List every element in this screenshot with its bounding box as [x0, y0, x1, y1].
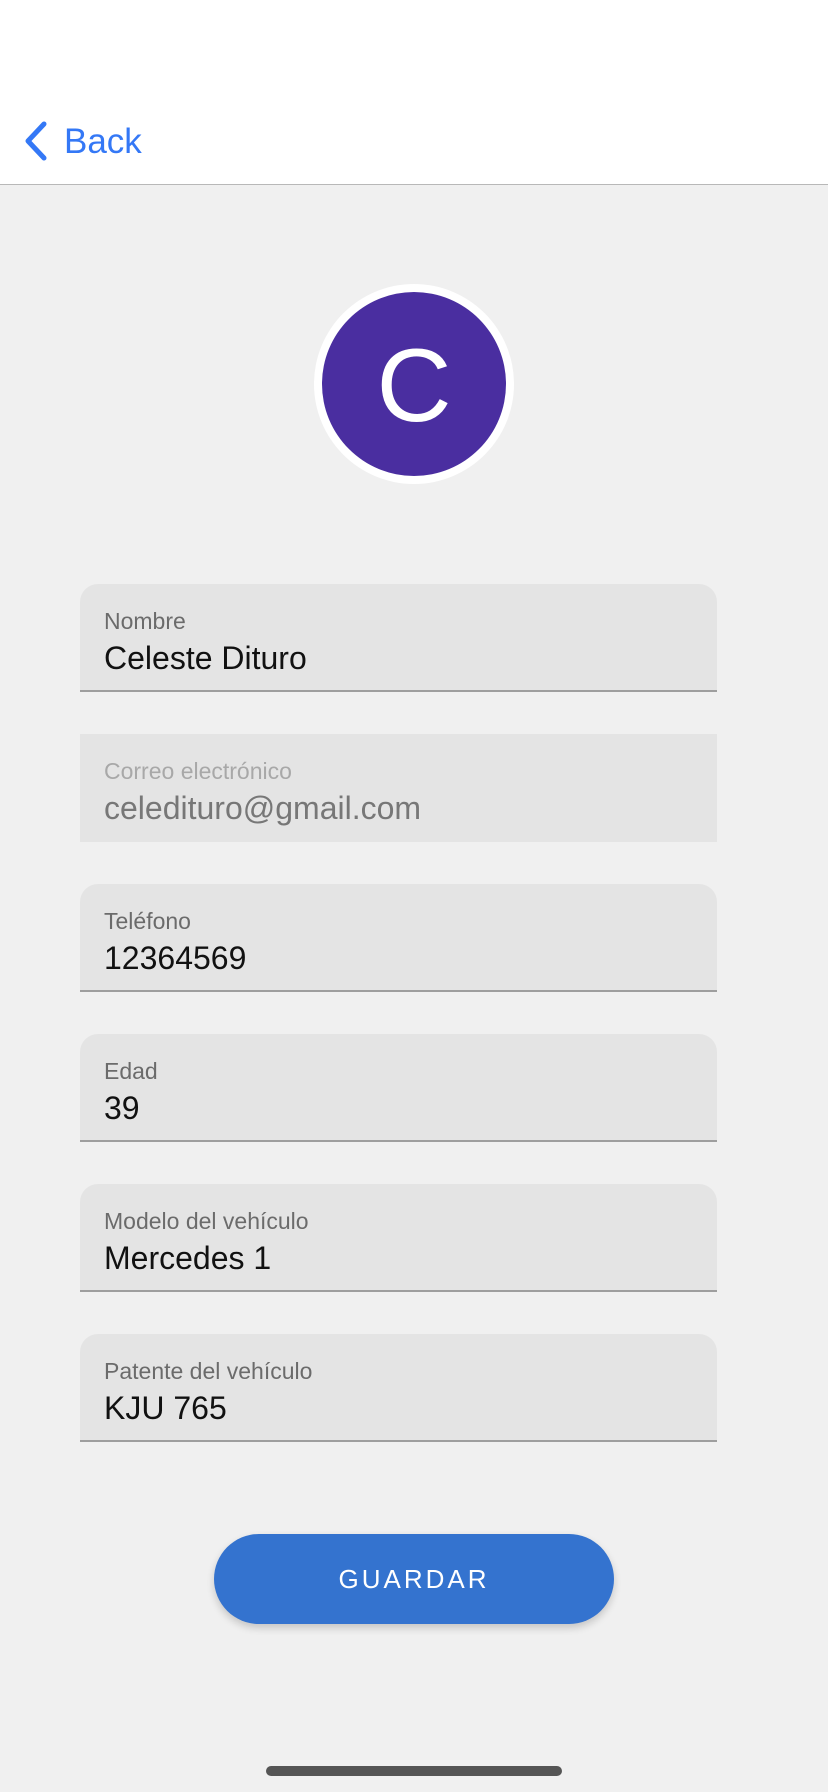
chevron-left-icon: [22, 120, 52, 162]
email-field-label: Correo electrónico: [104, 758, 292, 784]
age-field-label: Edad: [104, 1058, 158, 1084]
save-button-label: GUARDAR: [338, 1563, 490, 1594]
name-field-label: Nombre: [104, 608, 186, 634]
name-field[interactable]: Nombre Celeste Dituro: [80, 584, 717, 692]
age-field-value[interactable]: 39: [104, 1090, 140, 1127]
navigation-bar: Back: [0, 0, 828, 185]
vehicle-model-field[interactable]: Modelo del vehículo Mercedes 1: [80, 1184, 717, 1292]
license-plate-field-label: Patente del vehículo: [104, 1358, 313, 1384]
name-field-value[interactable]: Celeste Dituro: [104, 640, 307, 677]
home-indicator[interactable]: [266, 1766, 562, 1776]
avatar-circle: C: [322, 292, 506, 476]
license-plate-field-value[interactable]: KJU 765: [104, 1390, 227, 1427]
vehicle-model-field-label: Modelo del vehículo: [104, 1208, 309, 1234]
avatar-initial: C: [376, 328, 452, 444]
email-field: Correo electrónico celedituro@gmail.com: [80, 734, 717, 842]
license-plate-field[interactable]: Patente del vehículo KJU 765: [80, 1334, 717, 1442]
email-field-value: celedituro@gmail.com: [104, 790, 422, 826]
phone-field[interactable]: Teléfono 12364569: [80, 884, 717, 992]
save-button[interactable]: GUARDAR: [214, 1534, 614, 1624]
avatar[interactable]: C: [314, 284, 514, 484]
age-field[interactable]: Edad 39: [80, 1034, 717, 1142]
phone-field-label: Teléfono: [104, 908, 191, 934]
phone-field-value[interactable]: 12364569: [104, 940, 246, 977]
back-button[interactable]: Back: [22, 118, 142, 164]
back-label: Back: [64, 121, 142, 161]
vehicle-model-field-value[interactable]: Mercedes 1: [104, 1240, 271, 1277]
